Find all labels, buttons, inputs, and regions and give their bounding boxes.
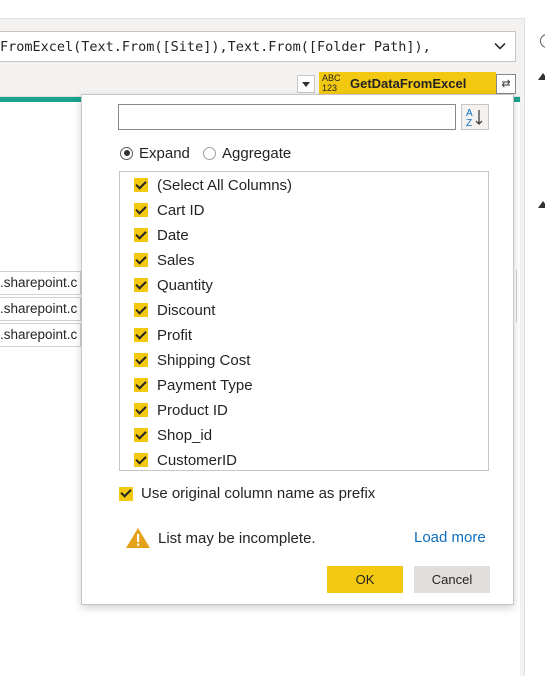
top-strip: [0, 0, 545, 19]
column-item-label: Quantity: [157, 276, 213, 294]
column-item[interactable]: Payment Type: [134, 374, 253, 396]
column-header-getdatafromexcel[interactable]: ABC 123 GetDataFromExcel: [319, 72, 496, 95]
column-filter-dropdown[interactable]: [297, 75, 315, 93]
column-item-label: Sales: [157, 251, 195, 269]
column-search-input[interactable]: [118, 104, 456, 130]
column-item[interactable]: Discount: [134, 299, 215, 321]
expand-columns-icon[interactable]: ⇄: [496, 74, 516, 94]
incomplete-warning: List may be incomplete.: [125, 525, 316, 551]
column-item-label: Shop_id: [157, 426, 213, 444]
warning-icon: [126, 528, 150, 548]
column-item[interactable]: Shop_id: [134, 424, 212, 446]
table-cell[interactable]: .sharepoint.c: [0, 297, 81, 321]
column-item[interactable]: Product ID: [134, 399, 228, 421]
column-item[interactable]: Date: [134, 224, 189, 246]
column-item-label: (Select All Columns): [157, 176, 293, 194]
column-item-label: Cart ID: [157, 201, 205, 219]
refresh-icon[interactable]: [540, 34, 545, 48]
column-item-label: Profit: [157, 326, 193, 344]
column-item[interactable]: Quantity: [134, 274, 213, 296]
warning-text: List may be incomplete.: [158, 529, 316, 547]
checkbox[interactable]: [134, 378, 148, 392]
sort-az-icon: A Z: [466, 108, 483, 129]
ok-button[interactable]: OK: [327, 566, 403, 593]
sort-button[interactable]: A Z: [461, 104, 489, 130]
checkbox[interactable]: [134, 403, 148, 417]
checkbox[interactable]: [134, 278, 148, 292]
column-item-label: Date: [157, 226, 189, 244]
chevron-down-icon[interactable]: [493, 39, 507, 53]
column-item[interactable]: Profit: [134, 324, 192, 346]
type-any-icon: ABC 123: [322, 73, 341, 93]
cancel-button[interactable]: Cancel: [414, 566, 490, 593]
radio-button[interactable]: [120, 146, 133, 160]
expand-columns-popup: A Z Expand Aggregate (Select All Columns…: [81, 94, 514, 605]
checkbox[interactable]: [134, 228, 148, 242]
column-item[interactable]: CustomerID: [134, 449, 238, 470]
prefix-checkbox[interactable]: [119, 486, 133, 501]
column-item-label: Shipping Cost: [157, 351, 251, 369]
radio-aggregate-label: Aggregate: [222, 144, 292, 162]
checkbox[interactable]: [134, 453, 148, 467]
formula-bar[interactable]: FromExcel(Text.From([Site]),Text.From([F…: [0, 31, 516, 62]
column-item-label: CustomerID: [157, 451, 238, 469]
svg-text:Z: Z: [466, 118, 472, 129]
column-item-label: Product ID: [157, 401, 228, 419]
checkbox[interactable]: [134, 353, 148, 367]
query-settings-pane: [524, 18, 545, 676]
column-item[interactable]: Shipping Cost: [134, 349, 250, 371]
table-cell[interactable]: .sharepoint.c: [0, 323, 81, 347]
checkbox[interactable]: [134, 253, 148, 267]
prefix-option[interactable]: Use original column name as prefix: [119, 485, 375, 502]
checkbox[interactable]: [134, 328, 148, 342]
column-item[interactable]: Sales: [134, 249, 195, 271]
checkbox[interactable]: [134, 203, 148, 217]
radio-expand[interactable]: Expand: [120, 143, 190, 163]
formula-text[interactable]: FromExcel(Text.From([Site]),Text.From([F…: [0, 39, 431, 55]
prefix-label: Use original column name as prefix: [141, 485, 376, 502]
grid-divider: [516, 270, 521, 322]
column-quality-bar: [0, 97, 82, 102]
table-cell[interactable]: .sharepoint.c: [0, 271, 81, 295]
checkbox[interactable]: [134, 303, 148, 317]
column-item-label: Discount: [157, 301, 216, 319]
collapse-up-icon[interactable]: [538, 73, 545, 80]
column-name: GetDataFromExcel: [350, 76, 467, 91]
radio-aggregate[interactable]: Aggregate: [203, 143, 291, 163]
column-item[interactable]: Cart ID: [134, 199, 205, 221]
column-item[interactable]: (Select All Columns): [134, 174, 292, 196]
column-list: (Select All Columns) Cart ID Date Sales …: [119, 171, 489, 471]
radio-button[interactable]: [203, 146, 216, 160]
checkbox[interactable]: [134, 428, 148, 442]
load-more-link[interactable]: Load more: [414, 529, 486, 546]
column-item-label: Payment Type: [157, 376, 253, 394]
checkbox[interactable]: [134, 178, 148, 192]
column-quality-bar: [513, 97, 520, 102]
radio-expand-label: Expand: [139, 144, 190, 162]
collapse-up-icon[interactable]: [538, 201, 545, 208]
